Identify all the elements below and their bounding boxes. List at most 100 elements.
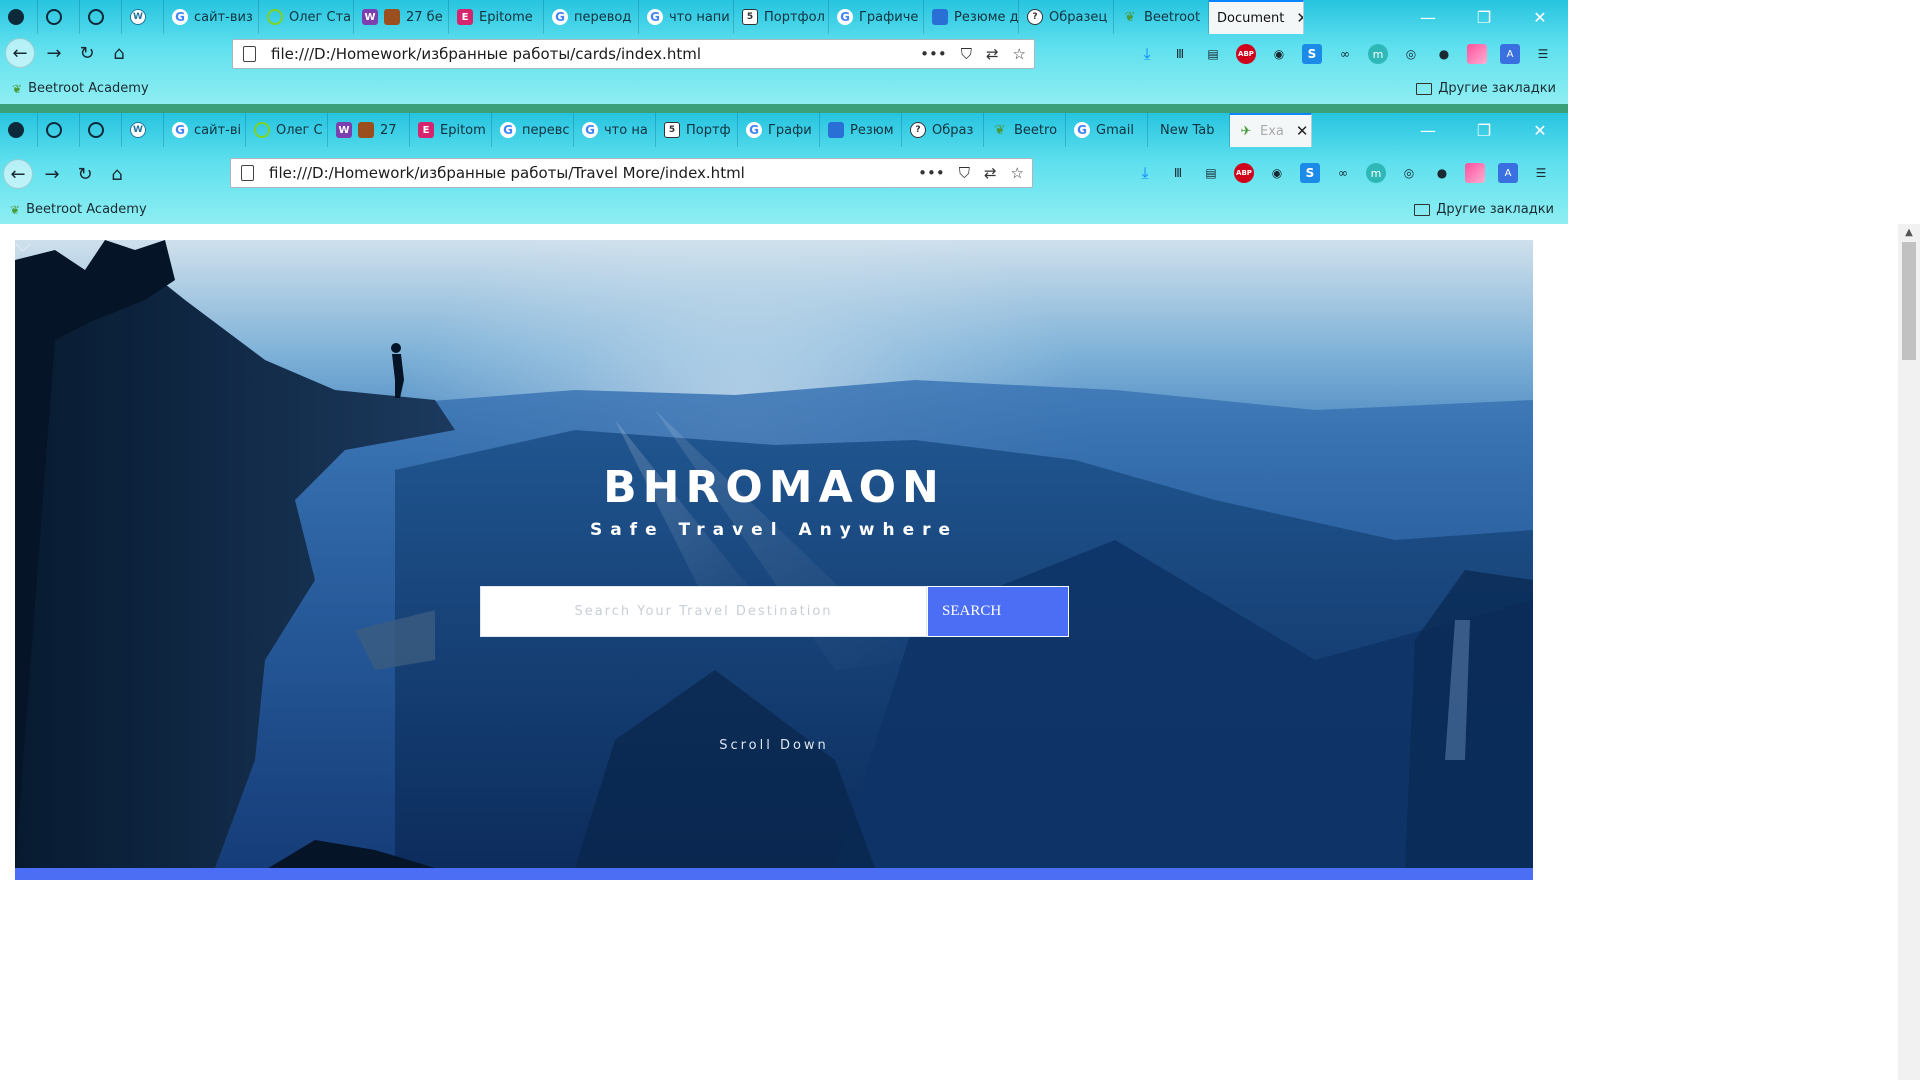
bookmark-beetroot[interactable]: ❦ Beetroot Academy — [12, 81, 149, 96]
tab-item[interactable]: Gчто на — [574, 113, 656, 147]
back-button[interactable]: ← — [3, 159, 33, 189]
tab-item[interactable]: Gсайт-виз — [164, 0, 259, 34]
home-button[interactable]: ⌂ — [102, 159, 132, 189]
destination-search-input[interactable] — [480, 586, 927, 637]
tab-wordpress[interactable]: W — [122, 0, 164, 34]
tab-active-example[interactable]: ✈ Exa ✕ — [1230, 113, 1312, 147]
page-actions-icon[interactable]: ••• — [920, 45, 947, 63]
close-window-icon[interactable]: ✕ — [1512, 121, 1568, 140]
tab-globe[interactable] — [80, 113, 122, 147]
tab-wordpress[interactable]: W — [122, 113, 164, 147]
skype-icon[interactable]: S — [1302, 44, 1322, 64]
home-button[interactable]: ⌂ — [104, 38, 134, 68]
sidebar-icon[interactable]: ▤ — [1201, 163, 1221, 183]
ext-circle-icon[interactable]: ◉ — [1269, 44, 1289, 64]
url-bar[interactable]: file:///D:/Homework/избранные работы/car… — [232, 39, 1035, 69]
tab-globe-ext[interactable] — [38, 0, 80, 34]
tab-item[interactable]: G Графи — [738, 113, 820, 147]
tab-item[interactable]: Резюм — [820, 113, 902, 147]
menu-icon[interactable]: ☰ — [1531, 163, 1551, 183]
back-button[interactable]: ← — [5, 38, 35, 68]
tab-app[interactable] — [0, 0, 38, 34]
forward-button[interactable]: → — [39, 38, 69, 68]
infinity-icon[interactable]: ∞ — [1335, 44, 1355, 64]
m-ext-icon[interactable]: m — [1368, 44, 1388, 64]
forward-button[interactable]: → — [37, 159, 67, 189]
account-icon[interactable]: ● — [1432, 163, 1452, 183]
tab-item[interactable]: New Tab — [1148, 113, 1230, 147]
tab-item[interactable]: W 27 бе — [354, 0, 449, 34]
translate-ext-icon[interactable]: A — [1500, 44, 1520, 64]
restore-icon[interactable]: ❐ — [1456, 121, 1512, 140]
library-icon[interactable]: Ⅲ — [1170, 44, 1190, 64]
tab-item[interactable]: Олег С — [246, 113, 328, 147]
scrollbar-thumb[interactable] — [1902, 242, 1916, 360]
tab-globe-ext[interactable] — [38, 113, 80, 147]
restore-icon[interactable]: ❐ — [1456, 8, 1512, 27]
bookmark-star-icon[interactable]: ☆ — [1011, 164, 1024, 182]
sidebar-icon[interactable]: ▤ — [1203, 44, 1223, 64]
tab-item[interactable]: G Gmail — [1066, 113, 1148, 147]
minimize-icon[interactable]: — — [1400, 8, 1456, 27]
library-icon[interactable]: Ⅲ — [1168, 163, 1188, 183]
reload-button[interactable]: ↻ — [72, 38, 102, 68]
chevron-down-icon[interactable] — [15, 240, 31, 256]
tab-active-document[interactable]: Document ✕ — [1209, 0, 1304, 34]
tab-item[interactable]: Gсайт-ві — [164, 113, 246, 147]
pocket-icon[interactable]: ⛉ — [959, 164, 970, 182]
translate-icon[interactable]: ⇄ — [984, 164, 997, 182]
tab-app[interactable] — [0, 113, 38, 147]
tab-item[interactable]: Резюме д — [924, 0, 1019, 34]
tab-globe[interactable] — [80, 0, 122, 34]
tab-item[interactable]: ? Образ — [902, 113, 984, 147]
page-scrollbar[interactable]: ▲ — [1898, 224, 1920, 1080]
tab-item[interactable]: E Epitom — [410, 113, 492, 147]
page-viewport: BHROMAON Safe Travel Anywhere SEARCH Scr… — [0, 224, 1568, 1080]
skype-icon[interactable]: S — [1300, 163, 1320, 183]
globe-ext-icon[interactable]: ◎ — [1401, 44, 1421, 64]
tab-item[interactable]: Олег Ста — [259, 0, 354, 34]
tab-item[interactable]: Gперевс — [492, 113, 574, 147]
menu-icon[interactable]: ☰ — [1533, 44, 1553, 64]
pocket-icon[interactable]: ⛉ — [961, 45, 972, 63]
tab-item[interactable]: Gперевод — [544, 0, 639, 34]
search-button[interactable]: SEARCH — [927, 586, 1069, 637]
color-ext-icon[interactable] — [1467, 44, 1487, 64]
scroll-up-arrow-icon[interactable]: ▲ — [1898, 224, 1920, 242]
minimize-icon[interactable]: — — [1400, 121, 1456, 140]
infinity-icon[interactable]: ∞ — [1333, 163, 1353, 183]
tab-item[interactable]: G Графиче — [829, 0, 924, 34]
ext-circle-icon[interactable]: ◉ — [1267, 163, 1287, 183]
color-ext-icon[interactable] — [1465, 163, 1485, 183]
google-icon: G — [172, 122, 188, 138]
translate-ext-icon[interactable]: A — [1498, 163, 1518, 183]
tab-item[interactable]: W 27 — [328, 113, 410, 147]
adblock-icon[interactable]: ABP — [1236, 44, 1256, 64]
reload-button[interactable]: ↻ — [70, 159, 100, 189]
tab-item[interactable]: 5 Портфол — [734, 0, 829, 34]
bookmark-star-icon[interactable]: ☆ — [1013, 45, 1026, 63]
tab-item[interactable]: ? Образец — [1019, 0, 1114, 34]
globe-ext-icon[interactable]: ◎ — [1399, 163, 1419, 183]
tab-item[interactable]: Gчто напи — [639, 0, 734, 34]
close-window-icon[interactable]: ✕ — [1512, 8, 1568, 27]
url-bar[interactable]: file:///D:/Homework/избранные работы/Tra… — [230, 158, 1033, 188]
other-bookmarks[interactable]: Другие закладки — [1416, 81, 1556, 96]
page-actions-icon[interactable]: ••• — [918, 164, 945, 182]
bookmark-beetroot[interactable]: ❦ Beetroot Academy — [10, 202, 147, 217]
translate-icon[interactable]: ⇄ — [986, 45, 999, 63]
adblock-icon[interactable]: ABP — [1234, 163, 1254, 183]
m-ext-icon[interactable]: m — [1366, 163, 1386, 183]
tab-item[interactable]: ❦ Beetro — [984, 113, 1066, 147]
download-icon[interactable]: ⤓ — [1135, 163, 1155, 183]
account-icon[interactable]: ● — [1434, 44, 1454, 64]
download-icon[interactable]: ⤓ — [1137, 44, 1157, 64]
tab-item[interactable]: ❦ Beetroot — [1114, 0, 1209, 34]
other-bookmarks[interactable]: Другие закладки — [1414, 202, 1554, 217]
tab-item[interactable]: E Epitome — [449, 0, 544, 34]
scroll-down-label[interactable]: Scroll Down — [15, 738, 1533, 753]
tab-item[interactable]: 5 Портф — [656, 113, 738, 147]
destination-search-form: SEARCH — [480, 586, 1069, 637]
close-tab-icon[interactable]: ✕ — [1296, 122, 1309, 140]
close-tab-icon[interactable]: ✕ — [1296, 9, 1303, 27]
